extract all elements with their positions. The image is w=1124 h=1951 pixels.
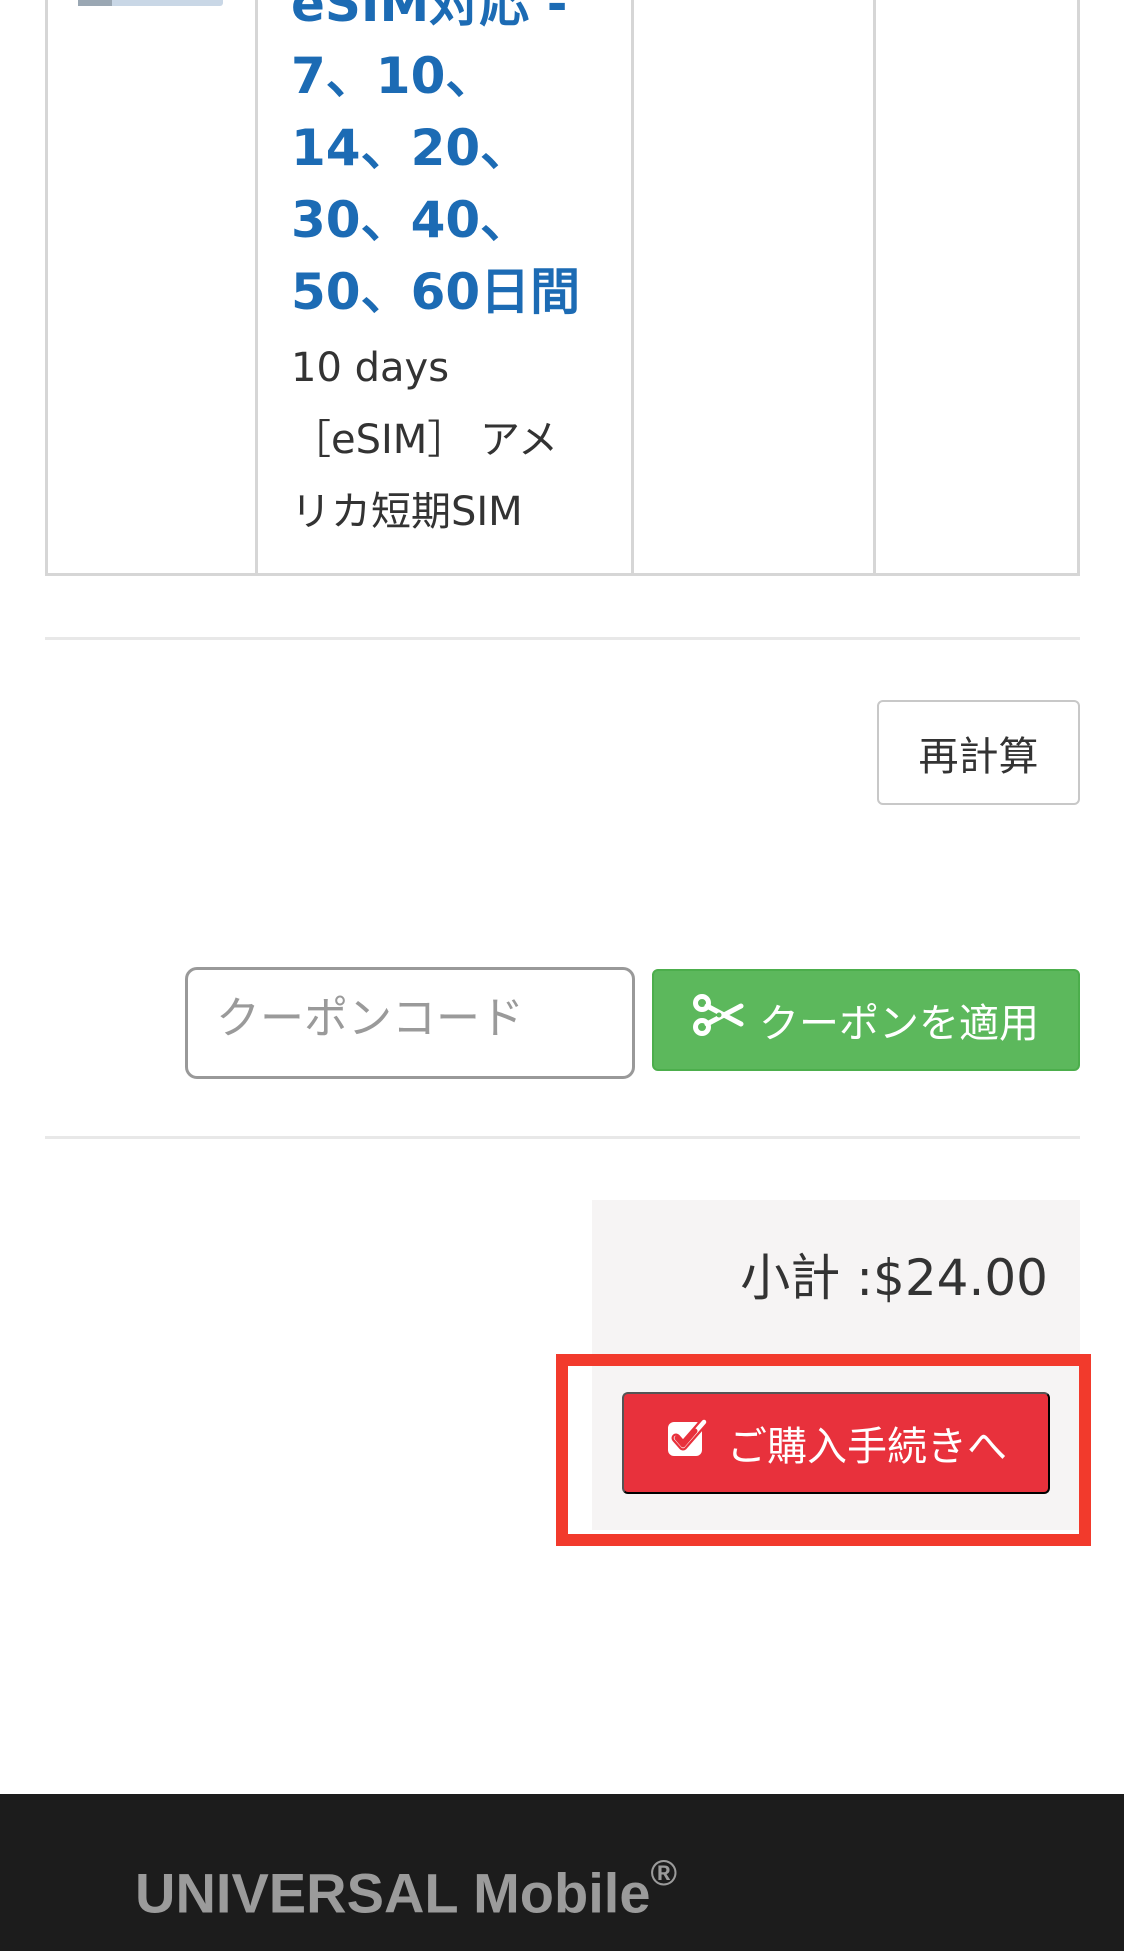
proceed-to-checkout-button[interactable]: ご購入手続きへ (622, 1392, 1050, 1494)
recalculate-button[interactable]: 再計算 (877, 700, 1080, 805)
cart-cell-thumbnail (48, 0, 258, 573)
subtotal-amount: 小計 :$24.00 (740, 1249, 1048, 1307)
site-footer: UNIVERSAL Mobile® (0, 1794, 1124, 1951)
apply-coupon-label: クーポンを適用 (759, 1002, 1039, 1046)
apply-coupon-button[interactable]: クーポンを適用 (652, 969, 1080, 1071)
product-thumbnail[interactable] (78, 0, 223, 6)
footer-logo[interactable]: UNIVERSAL Mobile® (135, 1852, 677, 1926)
checkout-label: ご購入手続きへ (727, 1425, 1007, 1469)
scissors-icon (693, 994, 745, 1046)
product-variation: 10 days ［eSIM］ アメ リカ短期SIM (291, 345, 559, 535)
footer-brand-text: UNIVERSAL Mobile (135, 1861, 651, 1925)
registered-mark: ® (650, 1852, 677, 1893)
product-name-link[interactable]: eSIM対応 - 7、10、 14、20、 30、40、 50、60日間 (291, 0, 621, 328)
divider (45, 637, 1080, 640)
cart-cell-price (634, 0, 876, 573)
cart-cell-product: eSIM対応 - 7、10、 14、20、 30、40、 50、60日間 10 … (258, 0, 634, 573)
coupon-code-input[interactable] (185, 967, 635, 1079)
cart-table: eSIM対応 - 7、10、 14、20、 30、40、 50、60日間 10 … (45, 0, 1080, 576)
cart-cell-quantity (876, 0, 1077, 573)
check-square-icon (665, 1416, 709, 1470)
divider (45, 1136, 1080, 1139)
